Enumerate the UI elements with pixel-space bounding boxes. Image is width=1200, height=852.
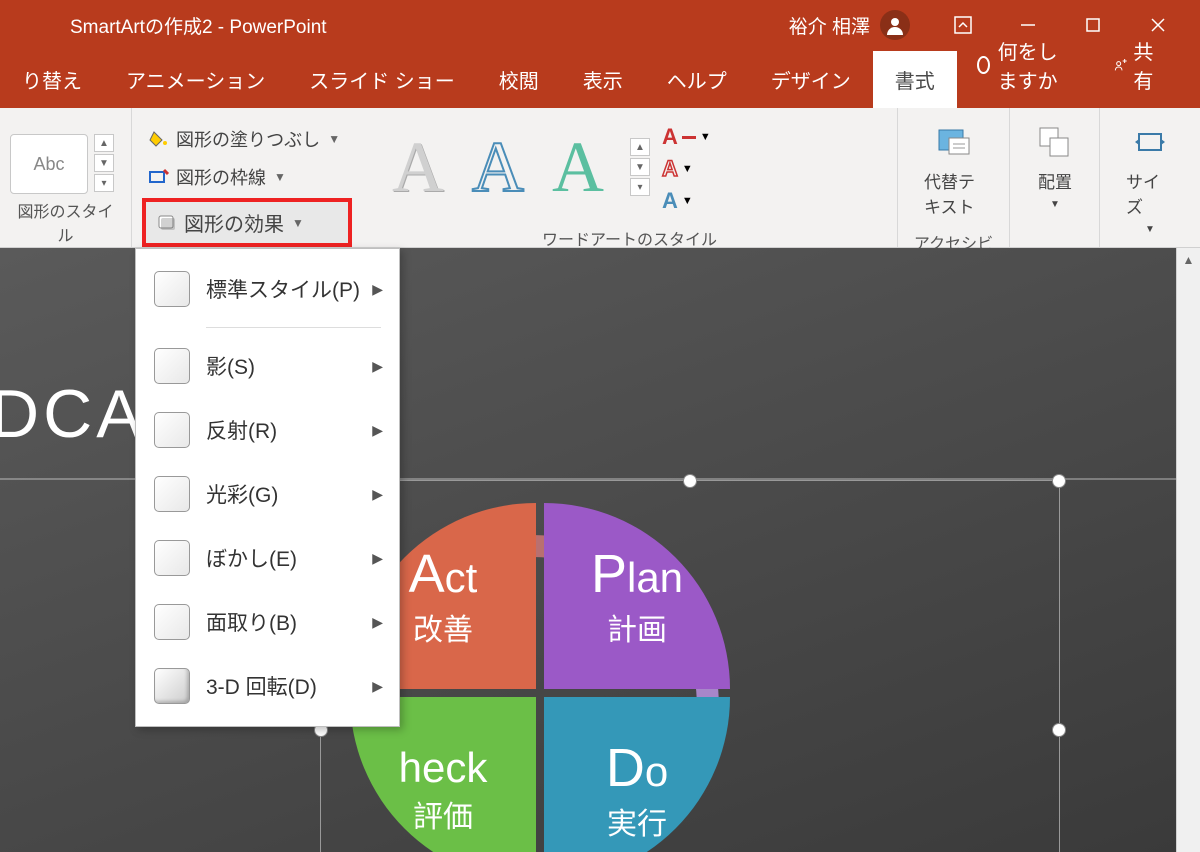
shadow-icon	[154, 348, 190, 384]
tab-view[interactable]: 表示	[561, 51, 645, 108]
pdca-do[interactable]: Do 実行	[544, 697, 730, 852]
arrange-button[interactable]: 配置▼	[1020, 116, 1090, 218]
menu-3d-rotation[interactable]: 3-D 回転(D) ▶	[136, 654, 399, 718]
shape-effects-dropdown: 標準スタイル(P) ▶ 影(S) ▶ 反射(R) ▶ 光彩(G) ▶ ぼかし(E…	[135, 248, 400, 727]
tab-animations[interactable]: アニメーション	[104, 51, 287, 108]
text-fill-button[interactable]: A▼	[662, 124, 711, 150]
resize-handle[interactable]	[1052, 723, 1066, 737]
menu-soft-edges[interactable]: ぼかし(E) ▶	[136, 526, 399, 590]
menu-glow[interactable]: 光彩(G) ▶	[136, 462, 399, 526]
share-label: 共有	[1133, 36, 1160, 94]
ribbon: Abc ▲▼▾ 図形のスタイル 図形の塗りつぶし▼ 図形の枠線▼ 図形の効果▼ …	[0, 108, 1200, 248]
shape-outline-button[interactable]: 図形の枠線▼	[142, 160, 352, 194]
group-label-shape-styles: 図形のスタイル	[10, 194, 121, 250]
vertical-scrollbar[interactable]: ▲	[1176, 248, 1200, 852]
submenu-arrow-icon: ▶	[372, 614, 383, 631]
shape-style-preview[interactable]: Abc	[10, 134, 88, 194]
submenu-arrow-icon: ▶	[372, 678, 383, 695]
glow-icon	[154, 476, 190, 512]
menu-bevel[interactable]: 面取り(B) ▶	[136, 590, 399, 654]
wordart-style-2[interactable]: A	[472, 126, 524, 209]
shape-effects-button[interactable]: 図形の効果▼	[142, 198, 352, 247]
text-outline-button[interactable]: A▼	[662, 156, 711, 182]
bevel-icon	[154, 604, 190, 640]
tell-me[interactable]: 何をしますか	[957, 22, 1094, 108]
tab-slideshow[interactable]: スライド ショー	[287, 51, 477, 108]
tab-design[interactable]: デザイン	[749, 51, 873, 108]
user-area[interactable]: 裕介 相澤	[789, 10, 910, 40]
menu-preset[interactable]: 標準スタイル(P) ▶	[136, 257, 399, 321]
tab-transitions[interactable]: り替え	[0, 51, 104, 108]
shape-fill-button[interactable]: 図形の塗りつぶし▼	[142, 122, 352, 156]
ribbon-tabs: り替え アニメーション スライド ショー 校閲 表示 ヘルプ デザイン 書式 何…	[0, 50, 1200, 108]
text-effects-button[interactable]: A▼	[662, 188, 711, 214]
pdca-smartart[interactable]: AActct 改善 Plan 計画 heck 評価 Do 実行	[350, 503, 730, 852]
tab-help[interactable]: ヘルプ	[645, 51, 749, 108]
scroll-up-icon[interactable]: ▲	[1177, 248, 1200, 272]
submenu-arrow-icon: ▶	[372, 550, 383, 567]
size-button[interactable]: サイズ▼	[1110, 116, 1190, 243]
menu-shadow[interactable]: 影(S) ▶	[136, 334, 399, 398]
reflection-icon	[154, 412, 190, 448]
resize-handle[interactable]	[1052, 474, 1066, 488]
submenu-arrow-icon: ▶	[372, 358, 383, 375]
share-button[interactable]: 共有	[1094, 22, 1180, 108]
wordart-style-1[interactable]: A	[392, 126, 444, 209]
style-gallery-scroll[interactable]: ▲▼▾	[94, 134, 114, 192]
rotation-3d-icon	[154, 668, 190, 704]
tell-me-label: 何をしますか	[998, 36, 1074, 94]
tab-review[interactable]: 校閲	[477, 51, 561, 108]
alt-text-button[interactable]: 代替テキスト	[908, 116, 999, 226]
submenu-arrow-icon: ▶	[372, 281, 383, 298]
submenu-arrow-icon: ▶	[372, 422, 383, 439]
pdca-plan[interactable]: Plan 計画	[544, 503, 730, 689]
lightbulb-icon	[977, 56, 990, 74]
wordart-gallery-scroll[interactable]: ▲▼▾	[630, 138, 650, 196]
soft-edges-icon	[154, 540, 190, 576]
submenu-arrow-icon: ▶	[372, 486, 383, 503]
tab-format[interactable]: 書式	[873, 51, 957, 108]
window-title: SmartArtの作成2 - PowerPoint	[70, 12, 327, 39]
user-name: 裕介 相澤	[789, 12, 870, 39]
resize-handle[interactable]	[683, 474, 697, 488]
wordart-gallery[interactable]: A A A	[372, 116, 624, 219]
wordart-style-3[interactable]: A	[552, 126, 604, 209]
preset-icon	[154, 271, 190, 307]
avatar-icon	[880, 10, 910, 40]
menu-reflection[interactable]: 反射(R) ▶	[136, 398, 399, 462]
